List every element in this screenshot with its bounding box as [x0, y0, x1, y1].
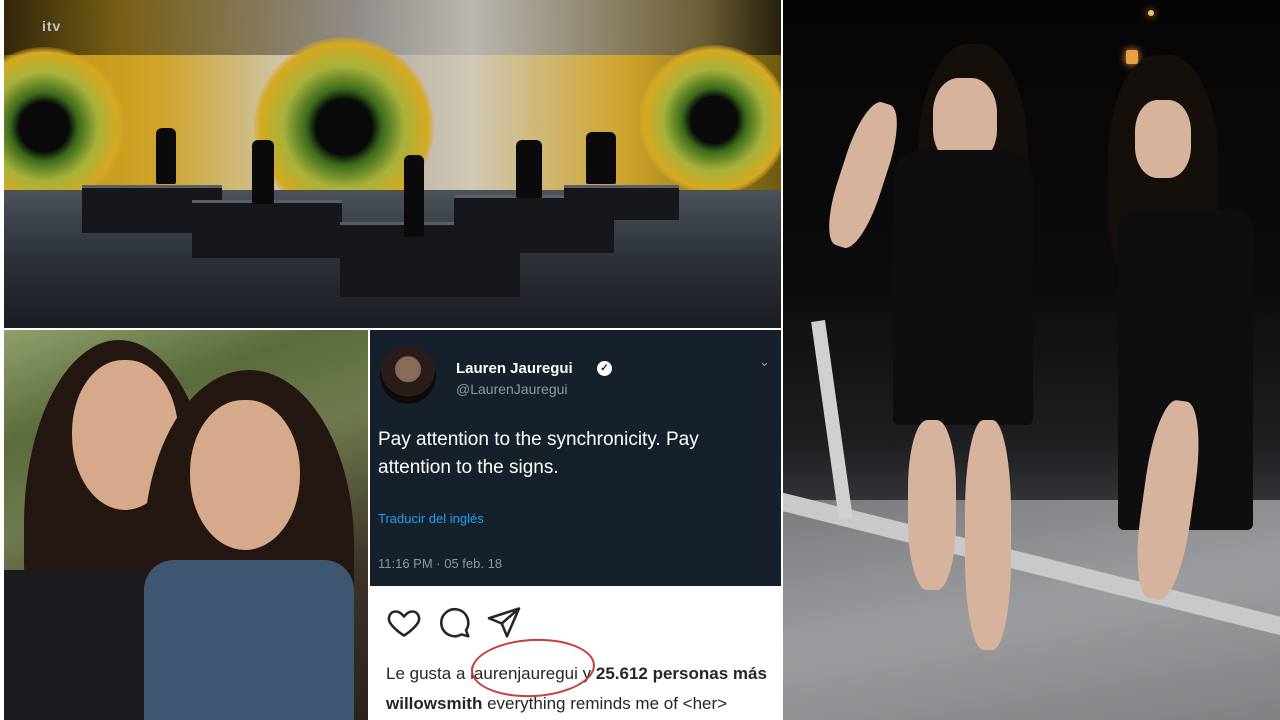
- upper-screen-graphic: [4, 0, 781, 55]
- tweet-card[interactable]: Lauren Jauregui ✓ @LaurenJauregui ⌄ Pay …: [370, 330, 781, 586]
- person-jacket: [4, 570, 154, 720]
- musician-figure: [156, 128, 176, 184]
- tweet-text: Pay attention to the synchronicity. Pay …: [378, 429, 699, 478]
- translate-link[interactable]: Traducir del inglés: [378, 511, 484, 526]
- black-dress: [893, 150, 1033, 425]
- tweet-timestamp[interactable]: 11:16 PM · 05 feb. 18: [378, 556, 502, 571]
- instagram-post-footer: Le gusta a laurenjauregui y 25.612 perso…: [370, 586, 781, 720]
- light-spot: [1126, 50, 1138, 64]
- likes-prefix: Le gusta a: [386, 664, 466, 683]
- musician-figure: [252, 140, 274, 204]
- person-denim-jacket: [144, 560, 354, 720]
- highlight-circle: [469, 635, 597, 701]
- eyes-backdrop-screen: [4, 37, 781, 217]
- stage-performance-image: itv: [4, 0, 781, 328]
- verified-badge-icon: ✓: [597, 361, 612, 376]
- stage-platform: [564, 185, 679, 220]
- person-leg: [908, 420, 956, 590]
- comment-icon[interactable]: [436, 604, 472, 640]
- singer-figure: [404, 155, 424, 237]
- tweet-author-name[interactable]: Lauren Jauregui: [456, 360, 573, 377]
- selfie-photo: [4, 330, 368, 720]
- caption-text: everything reminds me of <her>: [487, 694, 728, 713]
- person-face: [1135, 100, 1191, 178]
- light-spot: [1148, 10, 1154, 16]
- stage-platform: [192, 200, 342, 258]
- lane-marking: [811, 319, 853, 521]
- eye-graphic: [4, 47, 124, 207]
- eye-graphic: [639, 45, 781, 195]
- share-icon[interactable]: [486, 604, 522, 640]
- profile-avatar[interactable]: [380, 346, 436, 404]
- person-leg: [965, 420, 1011, 650]
- person-face: [190, 400, 300, 550]
- night-street-photo: [783, 0, 1280, 720]
- itv-logo: itv: [42, 18, 62, 34]
- drummer-figure: [586, 132, 616, 184]
- musician-figure: [516, 140, 542, 198]
- likes-count-link[interactable]: 25.612 personas más: [596, 664, 767, 683]
- caption-username-link[interactable]: willowsmith: [386, 694, 482, 713]
- heart-icon[interactable]: [386, 604, 422, 640]
- chevron-down-icon[interactable]: ⌄: [759, 354, 770, 370]
- post-caption: willowsmith everything reminds me of <he…: [386, 694, 727, 714]
- tweet-author-handle[interactable]: @LaurenJauregui: [456, 381, 568, 397]
